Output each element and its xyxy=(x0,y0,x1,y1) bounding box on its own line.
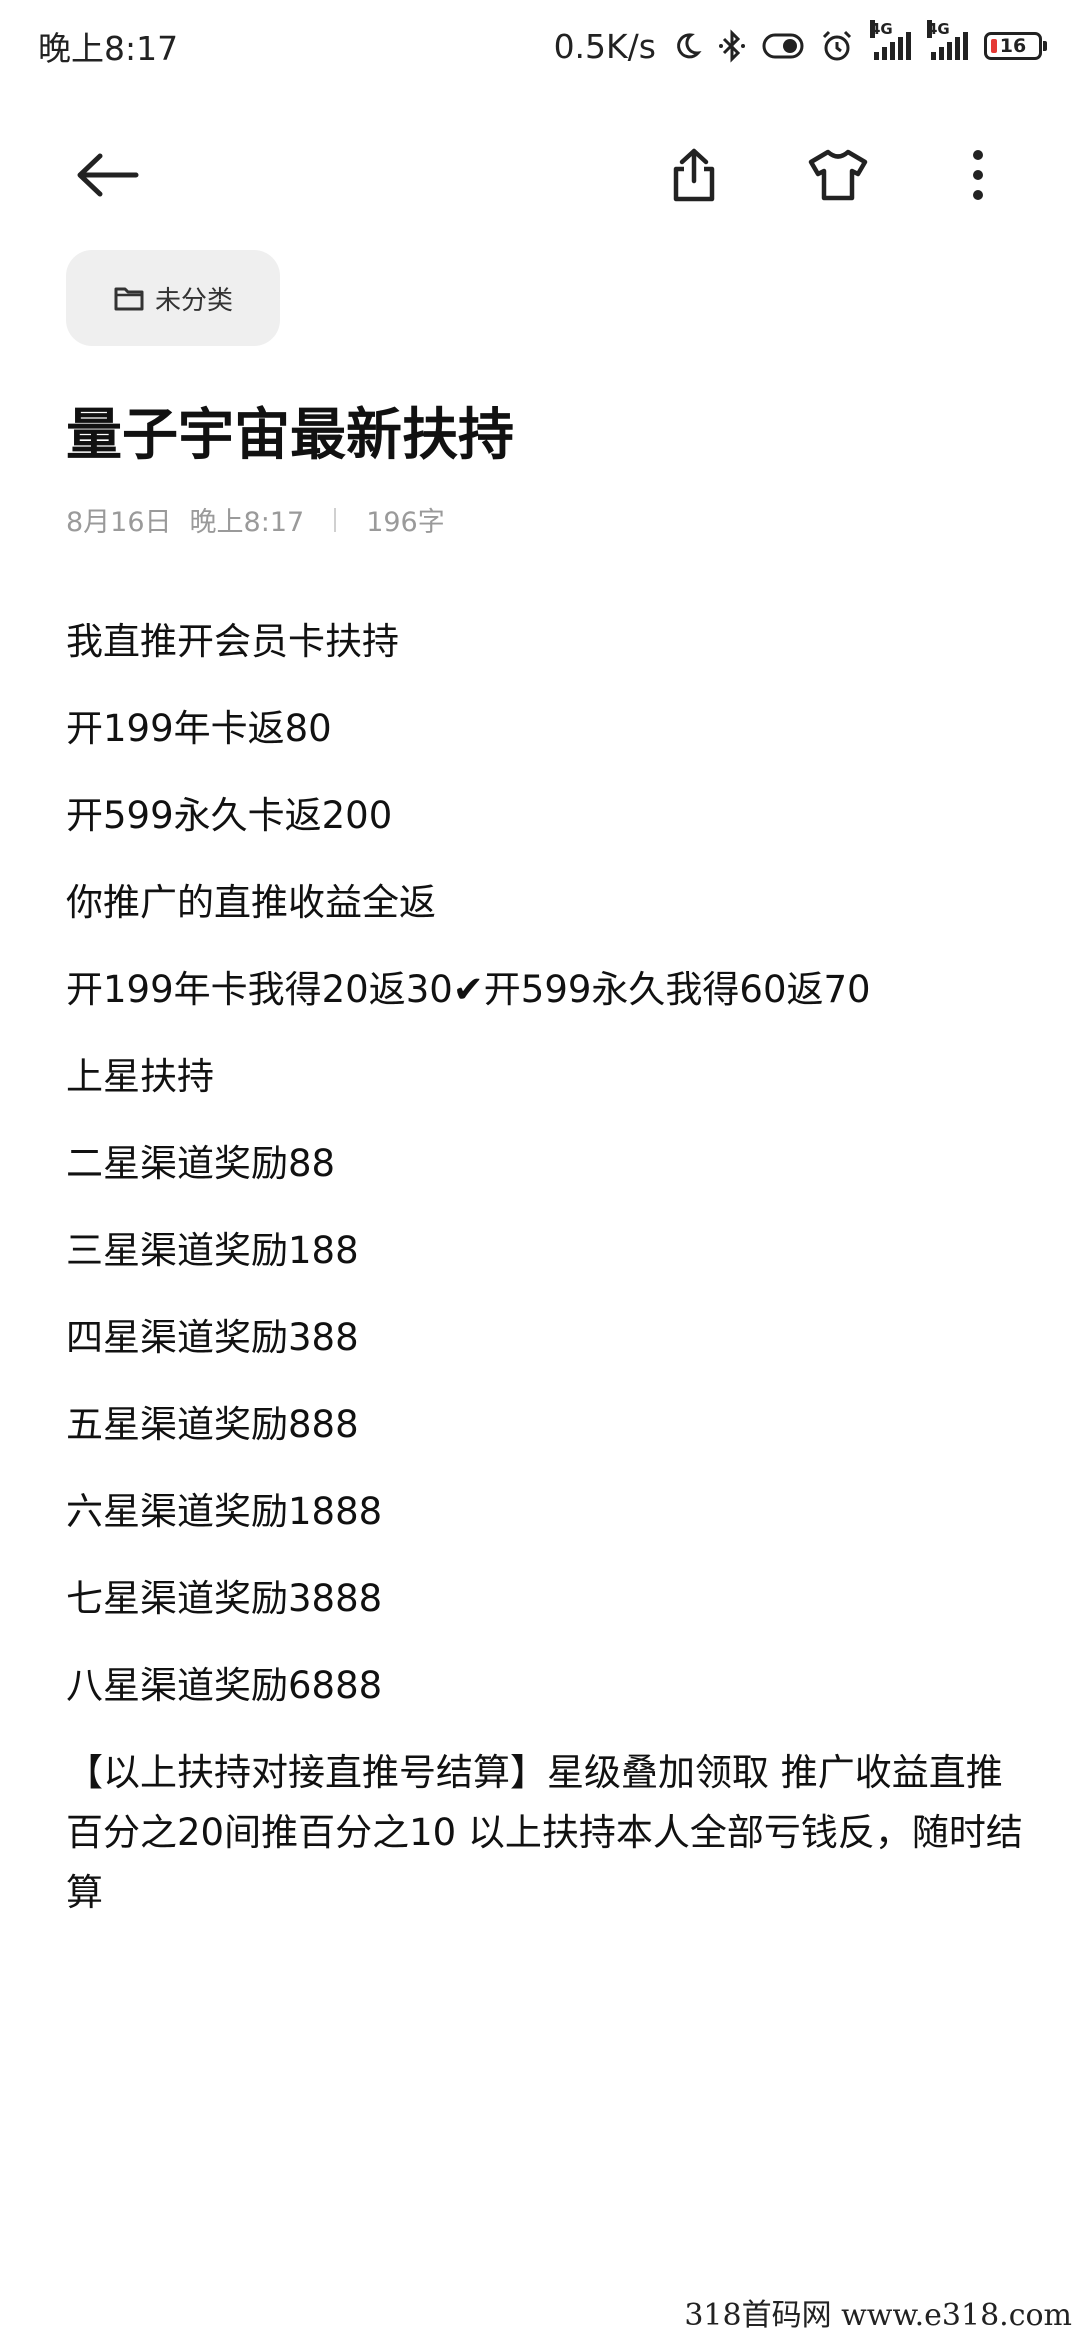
share-button[interactable] xyxy=(654,140,734,210)
category-label: 未分类 xyxy=(154,285,233,316)
status-bar: 晚上8:17 0.5K/s 4G 4G 16 xyxy=(0,0,1080,92)
status-time: 晚上8:17 xyxy=(38,29,179,68)
signal-icon-2: 4G xyxy=(927,20,968,60)
note-title[interactable]: 量子宇宙最新扶持 xyxy=(66,390,514,471)
body-line: 上星扶持 xyxy=(66,1055,214,1098)
body-line: 二星渠道奖励88 xyxy=(66,1142,336,1185)
paragraph-line: 【以上扶持对接直推号结算】星级叠加领取 推广收益直推 xyxy=(66,1751,1003,1794)
battery-icon: 16 xyxy=(984,32,1047,60)
body-line: 八星渠道奖励6888 xyxy=(66,1664,383,1707)
note-meta: 8月16日 晚上8:17 196字 xyxy=(66,500,445,539)
more-vertical-icon xyxy=(973,150,983,200)
more-button[interactable] xyxy=(938,140,1018,210)
alarm-icon xyxy=(820,29,854,63)
back-button[interactable] xyxy=(68,140,148,210)
theme-button[interactable] xyxy=(798,140,878,210)
body-line: 开599永久卡返200 xyxy=(66,794,393,837)
body-line: 开199年卡返80 xyxy=(66,707,332,750)
body-paragraph: 【以上扶持对接直推号结算】星级叠加领取 推广收益直推 百分之20间推百分之10 … xyxy=(66,1743,1023,1923)
body-line: 四星渠道奖励388 xyxy=(66,1316,359,1359)
body-line: 开199年卡我得20返30✔开599永久我得60返70 xyxy=(66,968,871,1011)
body-line: 我直推开会员卡扶持 xyxy=(66,620,399,663)
network-speed: 0.5K/s xyxy=(553,26,656,66)
tshirt-theme-icon xyxy=(808,149,868,201)
signal-tag-2: 4G xyxy=(927,20,950,38)
word-count: 196字 xyxy=(366,507,445,538)
battery-level: 16 xyxy=(999,35,1027,57)
body-line: 六星渠道奖励1888 xyxy=(66,1490,383,1533)
body-line: 五星渠道奖励888 xyxy=(66,1403,359,1446)
moon-icon xyxy=(672,31,702,61)
signal-icon: 4G xyxy=(870,20,911,60)
body-line: 你推广的直推收益全返 xyxy=(66,881,436,924)
category-chip[interactable]: 未分类 xyxy=(66,250,280,346)
bluetooth-icon xyxy=(718,29,746,63)
back-arrow-icon xyxy=(77,153,139,197)
meta-divider xyxy=(334,507,337,532)
signal-tag: 4G xyxy=(870,20,893,38)
note-date: 8月16日 xyxy=(66,507,172,538)
body-line: 三星渠道奖励188 xyxy=(66,1229,359,1272)
note-toolbar xyxy=(0,120,1080,230)
share-icon xyxy=(673,148,715,202)
note-time: 晚上8:17 xyxy=(189,507,305,538)
note-body[interactable]: 我直推开会员卡扶持 开199年卡返80 开599永久卡返200 你推广的直推收益… xyxy=(66,612,1023,1923)
toggle-icon xyxy=(762,32,804,60)
folder-icon xyxy=(114,287,144,311)
status-icons: 0.5K/s 4G 4G 16 xyxy=(553,20,1047,66)
paragraph-line: 算 xyxy=(66,1871,103,1914)
body-line: 七星渠道奖励3888 xyxy=(66,1577,383,1620)
watermark: 318首码网 www.e318.com xyxy=(684,2298,1072,2333)
paragraph-line: 百分之20间推百分之10 以上扶持本人全部亏钱反，随时结 xyxy=(66,1811,1023,1854)
